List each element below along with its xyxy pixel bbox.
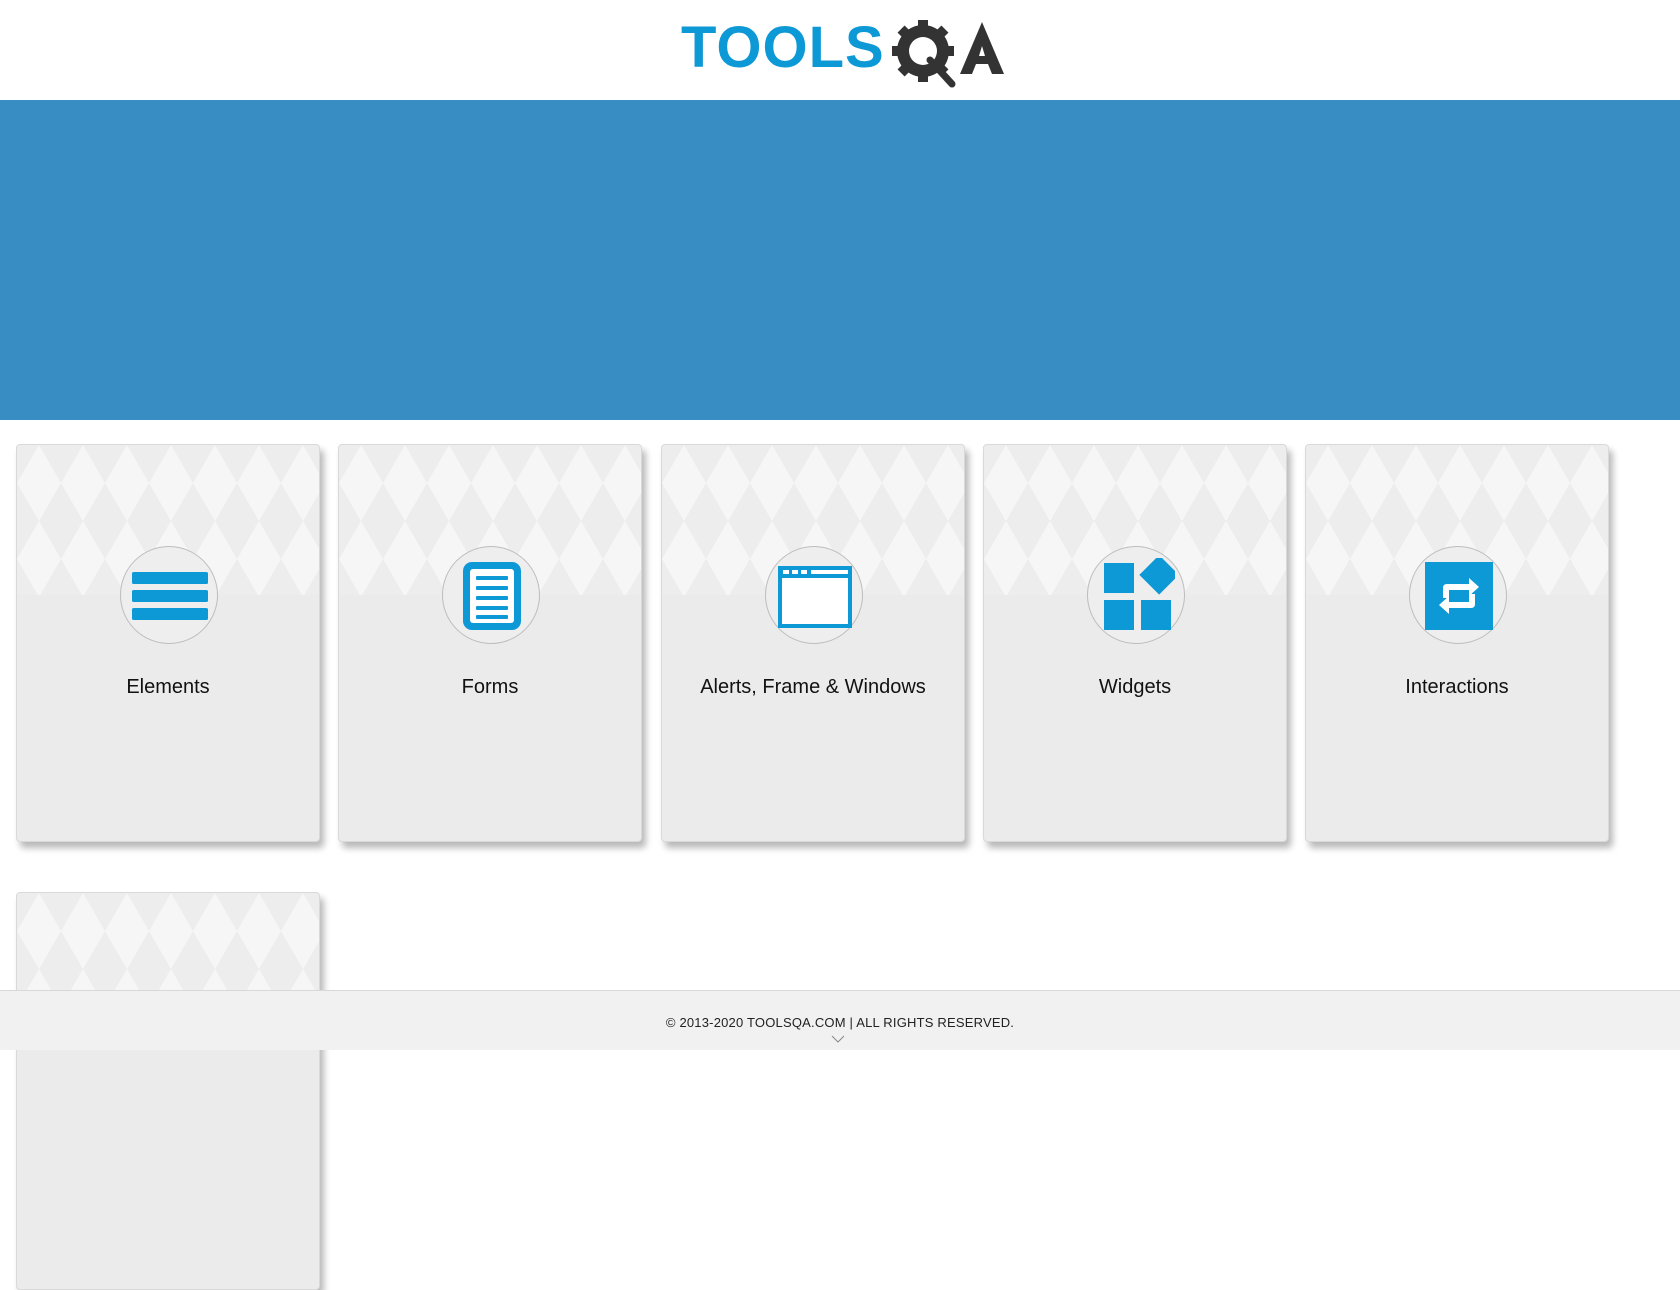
chevron-down-icon[interactable]	[831, 1035, 845, 1043]
card-avatar	[1409, 546, 1507, 644]
card-title: Widgets	[1098, 676, 1172, 698]
card-title: Forms	[461, 676, 519, 698]
card-widgets[interactable]: Widgets	[983, 444, 1287, 842]
footer: © 2013-2020 TOOLSQA.COM | ALL RIGHTS RES…	[0, 990, 1680, 1050]
card-forms[interactable]: Forms	[338, 444, 642, 842]
card-title: Elements	[126, 676, 210, 698]
card-interactions[interactable]: Interactions	[1305, 444, 1609, 842]
card-avatar	[120, 546, 218, 644]
category-cards: Elements Forms Alerts, Frame & Windows W…	[0, 0, 1680, 1290]
card-avatar	[765, 546, 863, 644]
card-title: Alerts, Frame & Windows	[700, 676, 926, 698]
card-avatar	[442, 546, 540, 644]
card-alerts-frame-windows[interactable]: Alerts, Frame & Windows	[661, 444, 965, 842]
repeat-arrows-icon	[1425, 562, 1493, 630]
card-avatar	[1087, 546, 1185, 644]
card-elements[interactable]: Elements	[16, 444, 320, 842]
browser-window-icon	[778, 566, 852, 628]
copyright-text: © 2013-2020 TOOLSQA.COM | ALL RIGHTS RES…	[665, 1015, 1015, 1030]
card-book-store[interactable]	[16, 892, 320, 1290]
document-icon	[463, 562, 521, 630]
widgets-icon	[1104, 558, 1175, 630]
card-title: Interactions	[1405, 676, 1509, 698]
hamburger-list-icon	[132, 572, 208, 620]
